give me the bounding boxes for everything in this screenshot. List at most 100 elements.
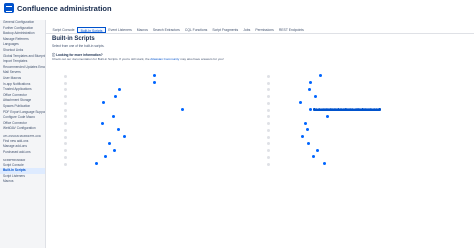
script-title-line: CQL Query WatchDEPRECATED FROM SCRIPTRUN… [279,107,467,115]
help-icon[interactable] [313,94,317,98]
script-title-line: Delete Space [279,135,467,142]
help-icon[interactable] [316,148,320,152]
script-item[interactable]: List Ghost UsersList users that are inac… [64,155,264,162]
script-item[interactable]: Delete SpaceDelete spaces in bulk [267,135,467,142]
script-title-line: Bulk Import Users [279,81,467,88]
script-item[interactable]: List scheduled jobsLists all scheduled j… [64,141,264,149]
script-title-line: Update Links to Attachments [76,135,264,142]
help-icon[interactable] [116,128,120,132]
script-item[interactable]: Bulk Import UsersImport users from a CSV… [267,81,467,88]
script-title-line: Copy Space [279,101,467,108]
script-title-line: Bulk Purge Page Versions [76,87,264,95]
script-item[interactable]: Find and Replace TextSearch in a space o… [64,114,264,122]
script-title-line: Test runner [76,162,264,169]
script-icon [267,142,270,146]
tab-8[interactable]: Permissions [253,27,276,33]
script-icon [267,101,270,105]
script-item[interactable]: Switch to a different userSwitch to anot… [64,128,264,135]
help-icon[interactable] [181,108,184,112]
script-title-line: XPath Search in Pages [76,148,264,155]
script-title-line: Space Statistics [279,128,467,135]
script-icon [64,74,67,78]
help-icon[interactable] [152,81,156,85]
script-item[interactable]: Bulk Add/Remove Labels on One or More Pa… [64,74,264,81]
script-icon [267,155,270,159]
script-title-line: Find and Replace Text [76,114,264,122]
help-icon[interactable] [312,155,316,159]
script-item[interactable]: Copy SpaceCopy a space including pages, … [267,101,467,108]
help-icon[interactable] [308,81,312,85]
sidebar: General Configuration Further Configurati… [0,20,46,248]
script-item[interactable]: Inherit Restrictions for PagesApply rest… [267,114,467,122]
sidebar-item[interactable]: WebDAV Configuration [0,126,45,132]
tab-1[interactable]: Built-In Scripts [77,27,106,33]
script-icon [267,149,270,153]
script-icon [64,122,67,126]
script-title-line: Bulk Purge Trash [279,87,467,95]
script-item[interactable]: Bulk Purge TrashPurge trash for multiple… [267,87,467,95]
script-item[interactable]: Bulk Purge Page VersionsDelete old versi… [64,87,264,95]
script-item[interactable]: Configuration exporterExport ScriptRunne… [267,148,467,155]
script-title-line: List scheduled jobs [76,141,264,149]
help-icon[interactable] [305,128,309,132]
help-icon[interactable] [326,114,330,118]
help-icon[interactable] [112,114,116,118]
script-item[interactable]: XPath Search in PagesSearch storage form… [64,148,264,155]
tab-4[interactable]: Search Extractors [150,27,182,33]
script-item[interactable]: CQL Query WatchDEPRECATED FROM SCRIPTRUN… [267,107,467,115]
script-item[interactable]: Clear Groovy CachesClear the groovy clas… [267,94,467,101]
script-title-line: Sample showing transform [279,162,467,169]
script-item[interactable]: Convert absolute URLs to Confluence cont… [64,108,264,115]
script-title-line: Switch to a different user [76,128,264,135]
help-icon[interactable] [103,155,107,159]
script-item[interactable]: Copy Page TreeCopy a page and its descen… [64,101,264,108]
script-item[interactable]: Test runnerRun tests in the IDE and Conf… [64,162,264,169]
tab-7[interactable]: Jobs [241,27,253,33]
help-icon[interactable] [319,74,323,78]
tab-2[interactable]: Event Listeners [106,27,134,33]
help-icon[interactable] [322,162,326,166]
script-item[interactable]: Delete Page TreeDelete a page and all it… [267,141,467,149]
script-title-line: Change content author [76,94,264,101]
sidebar-item[interactable]: Macros [0,179,45,185]
script-item[interactable]: View server log filesShow the last N lin… [267,155,467,162]
script-item[interactable]: Bulk Delete AttachmentsDelete attachment… [267,74,467,81]
script-item[interactable]: Bulk Delete Comments from One or More Pa… [64,81,264,88]
script-item[interactable]: Update Links to AttachmentsUpdate links … [64,135,264,142]
help-icon[interactable] [108,141,112,145]
community-link[interactable]: Atlassian Community [150,57,179,61]
tab-5[interactable]: CQL Functions [182,27,210,33]
hint-after: may also have answers for you! [179,57,224,61]
help-icon[interactable] [301,135,305,139]
script-icon [267,74,270,78]
help-icon[interactable] [303,121,307,125]
tab-9[interactable]: REST Endpoints [276,27,306,33]
script-item[interactable]: Change content authorChange the author f… [64,94,264,101]
help-icon[interactable] [118,87,122,91]
help-icon[interactable] [123,135,126,139]
script-item[interactable]: Space StatisticsReport on space usage an… [267,128,467,135]
tab-6[interactable]: Script Fragments [210,27,241,33]
help-icon[interactable] [113,94,117,98]
script-item[interactable]: Sample showing transformSample showing t… [267,162,467,169]
script-icon [267,88,270,92]
script-icon [64,142,67,146]
tab-3[interactable]: Macros [134,27,150,33]
sidebar-section-heading: ATLASSIAN MARKETPLACE [3,133,42,138]
help-icon[interactable] [102,101,106,105]
hint-before: Check out our documentation for Built-in… [52,57,151,61]
script-item[interactable]: Reorder PagesReorder pages alphabeticall… [267,121,467,128]
help-icon[interactable] [308,108,312,112]
help-icon[interactable] [152,74,156,78]
help-icon[interactable] [307,87,311,91]
script-item[interactable]: Rename labelsRename labels across multip… [64,121,264,128]
help-icon[interactable] [299,101,303,105]
help-icon[interactable] [95,162,99,166]
sidebar-item[interactable]: Purchased add-ons [0,150,45,156]
script-title-line: View server log files [279,155,467,162]
help-icon[interactable] [306,141,310,145]
script-icon [64,135,67,139]
tab-0[interactable]: Script Console [50,27,77,33]
help-icon[interactable] [113,148,117,152]
help-icon[interactable] [100,121,104,125]
